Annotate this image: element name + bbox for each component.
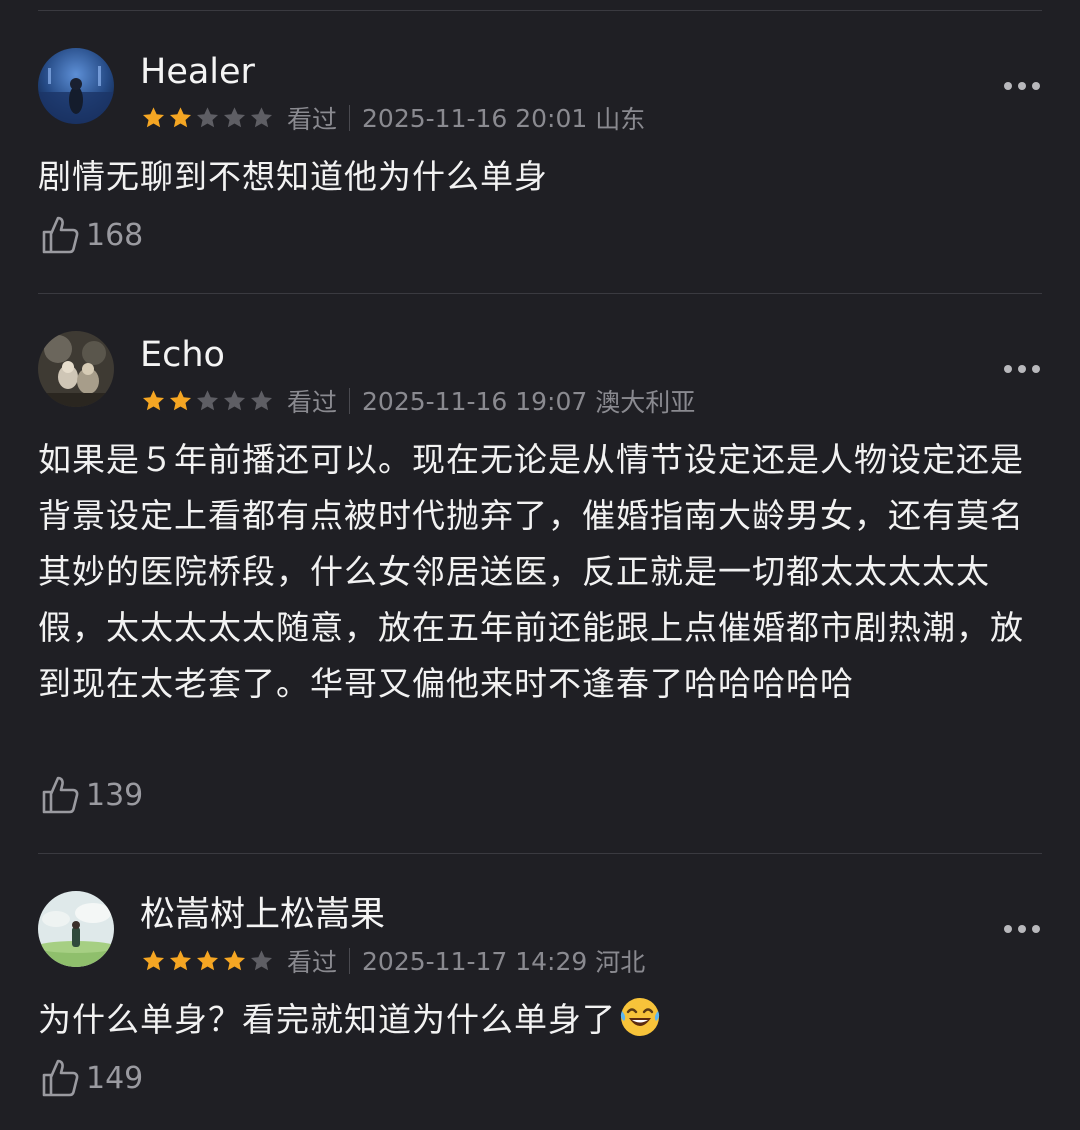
- timestamp: 2025-11-16 20:01: [362, 103, 588, 133]
- like-count: 149: [86, 1060, 144, 1096]
- avatar[interactable]: [38, 891, 114, 967]
- like-count: 168: [86, 217, 144, 253]
- star-filled-icon: [142, 390, 165, 411]
- divider: [38, 853, 1042, 854]
- star-empty-icon: [250, 950, 273, 971]
- star-filled-icon: [223, 950, 246, 971]
- meta-divider: [349, 388, 351, 414]
- star-empty-icon: [223, 107, 246, 128]
- divider: [38, 293, 1042, 294]
- more-dot-icon: [1018, 365, 1026, 373]
- more-options-button[interactable]: [1004, 919, 1040, 939]
- star-filled-icon: [169, 950, 192, 971]
- review-meta: 看过 2025-11-17 14:29 河北: [140, 945, 645, 977]
- thumbs-up-icon: [42, 776, 79, 814]
- like-count: 139: [86, 777, 144, 813]
- more-dot-icon: [1032, 82, 1040, 90]
- star-empty-icon: [196, 390, 219, 411]
- top-divider: [38, 10, 1042, 11]
- status-label: 看过: [287, 388, 338, 417]
- review-content: 如果是５年前播还可以。现在无论是从情节设定还是人物设定还是背景设定上看都有点被时…: [38, 440, 1024, 703]
- meta-divider: [349, 105, 351, 131]
- username[interactable]: Healer: [140, 52, 255, 92]
- star-filled-icon: [169, 390, 192, 411]
- star-rating: [140, 948, 275, 974]
- timestamp: 2025-11-16 19:07: [362, 386, 588, 416]
- username[interactable]: Echo: [140, 335, 225, 375]
- more-dot-icon: [1032, 365, 1040, 373]
- location: 河北: [595, 948, 646, 977]
- status-label: 看过: [287, 948, 338, 977]
- more-dot-icon: [1018, 925, 1026, 933]
- star-filled-icon: [196, 950, 219, 971]
- review-meta: 看过 2025-11-16 19:07 澳大利亚: [140, 385, 695, 417]
- star-empty-icon: [250, 107, 273, 128]
- location: 澳大利亚: [595, 388, 696, 417]
- star-rating: [140, 388, 275, 414]
- meta-divider: [349, 948, 351, 974]
- like-button[interactable]: 168: [40, 214, 143, 256]
- more-dot-icon: [1004, 365, 1012, 373]
- username[interactable]: 松嵩树上松嵩果: [140, 895, 385, 935]
- star-filled-icon: [169, 107, 192, 128]
- like-button[interactable]: 139: [40, 774, 143, 816]
- more-dot-icon: [1032, 925, 1040, 933]
- review-text: 为什么单身？看完就知道为什么单身了: [38, 1000, 616, 1039]
- star-empty-icon: [196, 107, 219, 128]
- avatar[interactable]: [38, 331, 114, 407]
- star-filled-icon: [142, 950, 165, 971]
- star-empty-icon: [250, 390, 273, 411]
- more-dot-icon: [1004, 82, 1012, 90]
- timestamp: 2025-11-17 14:29: [362, 946, 588, 976]
- star-filled-icon: [142, 107, 165, 128]
- more-dot-icon: [1004, 925, 1012, 933]
- thumbs-up-icon: [42, 216, 79, 254]
- thumbs-up-icon: [42, 1059, 79, 1097]
- laughing-emoji-icon: [618, 995, 662, 1039]
- location: 山东: [595, 105, 646, 134]
- review-content: 为什么单身？看完就知道为什么单身了: [38, 992, 1028, 1048]
- more-dot-icon: [1018, 82, 1026, 90]
- status-label: 看过: [287, 105, 338, 134]
- more-options-button[interactable]: [1004, 76, 1040, 96]
- star-empty-icon: [223, 390, 246, 411]
- review-content: 剧情无聊到不想知道他为什么单身: [38, 157, 548, 196]
- star-rating: [140, 105, 275, 131]
- like-button[interactable]: 149: [40, 1057, 143, 1099]
- avatar[interactable]: [38, 48, 114, 124]
- more-options-button[interactable]: [1004, 359, 1040, 379]
- review-meta: 看过 2025-11-16 20:01 山东: [140, 102, 645, 134]
